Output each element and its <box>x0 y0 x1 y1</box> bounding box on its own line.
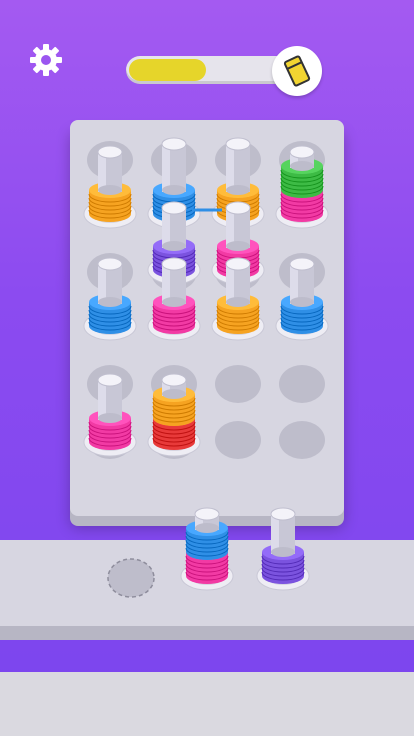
peg-collar <box>162 185 186 195</box>
peg-collar <box>226 241 250 251</box>
peg-collar <box>162 389 186 399</box>
empty-hole[interactable] <box>279 365 325 403</box>
peg-top <box>161 373 187 387</box>
empty-hole[interactable] <box>279 421 325 459</box>
game-screen <box>0 0 414 736</box>
empty-hole[interactable] <box>215 365 261 403</box>
peg-top <box>97 145 123 159</box>
peg-top <box>225 137 251 151</box>
pegs-layer <box>83 137 329 598</box>
empty-hole[interactable] <box>215 421 261 459</box>
peg-top <box>289 257 315 271</box>
peg-collar <box>98 185 122 195</box>
peg-collar <box>226 185 250 195</box>
peg-collar <box>271 547 295 557</box>
peg-collar <box>98 297 122 307</box>
peg[interactable] <box>180 507 234 591</box>
peg-top <box>194 507 220 521</box>
empty-hole[interactable] <box>107 558 155 598</box>
peg-top <box>97 373 123 387</box>
peg-pole-shine <box>226 144 234 192</box>
peg-pole-shine <box>162 144 170 192</box>
peg-top <box>225 257 251 271</box>
peg-collar <box>290 297 314 307</box>
peg-top <box>161 201 187 215</box>
peg-collar <box>162 297 186 307</box>
peg-top <box>161 137 187 151</box>
peg-top <box>225 201 251 215</box>
peg[interactable] <box>256 507 310 591</box>
peg-top <box>97 257 123 271</box>
peg-collar <box>98 413 122 423</box>
peg-top <box>270 507 296 521</box>
peg-top <box>289 145 315 159</box>
peg-collar <box>290 161 314 171</box>
peg-collar <box>162 241 186 251</box>
peg-collar <box>226 297 250 307</box>
peg-collar <box>195 523 219 533</box>
peg-top <box>161 257 187 271</box>
